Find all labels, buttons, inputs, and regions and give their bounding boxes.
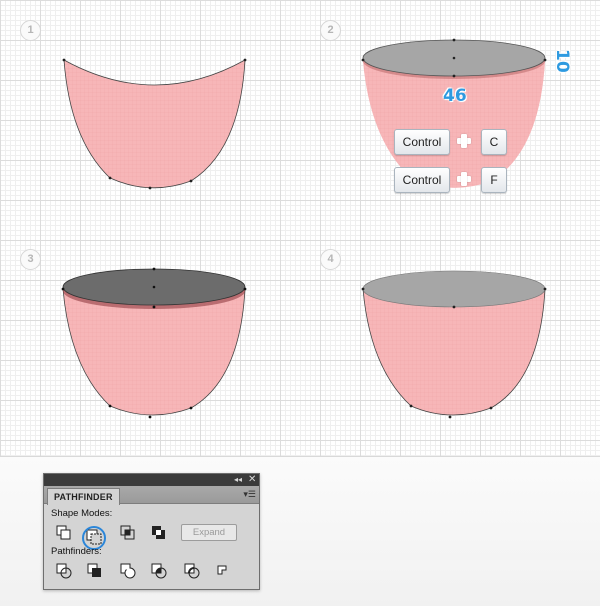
unite-icon[interactable] [55, 524, 72, 541]
step-number-3: 3 [20, 249, 41, 270]
key-control-paste: Control [394, 167, 450, 193]
key-control-copy: Control [394, 129, 450, 155]
cup-shape-step-3 [61, 267, 247, 419]
trim-icon[interactable] [86, 562, 103, 579]
tab-pathfinder[interactable]: PATHFINDER [47, 488, 120, 505]
cup-shape-step-2 [361, 38, 547, 188]
dimension-width-label: 46 [443, 86, 467, 106]
panel-title-bar[interactable]: ◂◂ ✕ [44, 474, 259, 486]
intersect-icon[interactable] [119, 524, 136, 541]
plus-icon [457, 134, 471, 148]
panel-menu-icon[interactable]: ▾☰ [243, 489, 256, 499]
key-c: C [481, 129, 507, 155]
pathfinders-label: Pathfinders: [51, 546, 102, 557]
divide-icon[interactable] [55, 562, 72, 579]
expand-button[interactable]: Expand [181, 524, 237, 541]
close-icon[interactable]: ✕ [248, 474, 256, 486]
plus-icon [457, 172, 471, 186]
crop-icon[interactable] [150, 562, 167, 579]
step-number-4: 4 [320, 249, 341, 270]
dimension-height-label: 10 [552, 49, 572, 73]
shape-modes-label: Shape Modes: [51, 508, 113, 519]
merge-icon[interactable] [119, 562, 136, 579]
key-f: F [481, 167, 507, 193]
double-chevron-left-icon[interactable]: ◂◂ [234, 474, 242, 486]
pathfinder-panel: ◂◂ ✕ PATHFINDER ▾☰ Shape Modes: Expand P… [43, 473, 260, 590]
cup-shape-step-1 [62, 58, 247, 190]
panel-tab-bar: PATHFINDER ▾☰ [44, 486, 259, 505]
minus-back-icon[interactable] [214, 562, 231, 579]
illustration [61, 38, 547, 419]
cup-shape-step-4 [361, 270, 547, 419]
exclude-icon[interactable] [150, 524, 167, 541]
step-number-1: 1 [20, 20, 41, 41]
outline-icon[interactable] [183, 562, 200, 579]
step-number-2: 2 [320, 20, 341, 41]
artboard-canvas[interactable]: 1 2 3 4 46 10 Control C Control F [0, 0, 600, 457]
